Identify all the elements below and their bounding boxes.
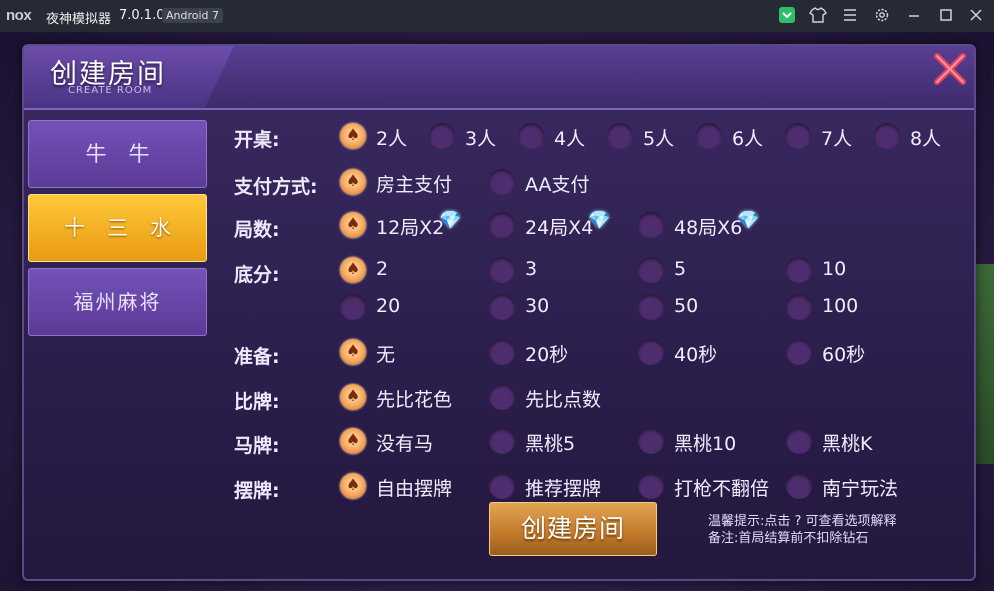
radio: [638, 294, 664, 320]
remark-text: 备注:首局结算前不扣除钻石: [708, 531, 869, 546]
option-rounds-12[interactable]: 12局X2💎: [340, 210, 470, 240]
android-version-badge: Android 7: [162, 8, 224, 23]
radio-selected: [340, 257, 366, 283]
maximize-icon[interactable]: [936, 6, 956, 26]
radio: [786, 339, 812, 365]
shirt-icon[interactable]: [808, 6, 828, 26]
radio: [638, 212, 664, 238]
create-room-button[interactable]: 创建房间: [489, 502, 657, 556]
minimize-icon[interactable]: [904, 6, 924, 26]
radio: [786, 473, 812, 499]
radio: [785, 123, 811, 149]
players-label: 开桌:: [234, 129, 280, 151]
app-title: 夜神模拟器: [46, 12, 112, 27]
radio: [489, 257, 515, 283]
compare-label: 比牌:: [234, 391, 280, 413]
dialog-header: 创建房间 CREATE ROOM: [24, 46, 974, 110]
radio: [786, 294, 812, 320]
app-version: 7.0.1.0: [119, 8, 165, 23]
radio-selected: [340, 123, 366, 149]
radio: [429, 123, 455, 149]
side-item-shisanshui[interactable]: 十三水: [28, 194, 207, 262]
radio: [489, 339, 515, 365]
menu-icon[interactable]: [840, 6, 860, 26]
dialog-subtitle: CREATE ROOM: [68, 85, 153, 96]
ready-label: 准备:: [234, 346, 280, 368]
brand-icon[interactable]: [777, 6, 797, 26]
radio-selected: [340, 473, 366, 499]
diamond-icon: 💎: [439, 210, 462, 231]
payment-label: 支付方式:: [234, 176, 318, 198]
base-score-label: 底分:: [234, 264, 280, 286]
radio: [786, 428, 812, 454]
option-rounds-48[interactable]: 48局X6 💎: [638, 210, 768, 240]
horse-label: 马牌:: [234, 435, 280, 457]
radio-selected: [340, 339, 366, 365]
radio: [489, 169, 515, 195]
radio: [638, 257, 664, 283]
nox-logo: nox: [6, 7, 32, 24]
rounds-label: 局数:: [234, 219, 280, 241]
radio: [489, 473, 515, 499]
side-item-label: 牛牛: [85, 142, 172, 166]
radio: [489, 294, 515, 320]
diamond-icon: 💎: [737, 210, 760, 231]
red-x-icon: [934, 53, 966, 85]
side-item-label: 十三水: [64, 216, 193, 240]
radio: [638, 473, 664, 499]
radio: [638, 339, 664, 365]
radio: [696, 123, 722, 149]
radio-selected: [340, 428, 366, 454]
gear-icon[interactable]: [872, 6, 892, 26]
radio-selected: [340, 169, 366, 195]
radio: [607, 123, 633, 149]
radio: [874, 123, 900, 149]
radio: [489, 384, 515, 410]
radio: [518, 123, 544, 149]
radio: [489, 428, 515, 454]
close-icon[interactable]: [966, 6, 986, 26]
side-item-fuzhou-mahjong[interactable]: 福州麻将: [28, 268, 207, 336]
create-room-dialog: 创建房间 CREATE ROOM 牛牛 十三水 福州麻将 开桌: 2人 3人 4…: [22, 44, 976, 581]
radio: [340, 294, 366, 320]
radio-selected: [340, 384, 366, 410]
option-rounds-24[interactable]: 24局X4 💎: [489, 210, 619, 240]
radio-selected: [340, 212, 366, 238]
radio: [786, 257, 812, 283]
diamond-icon: 💎: [588, 210, 611, 231]
emulator-title-bar: nox 夜神模拟器 7.0.1.0 Android 7: [0, 0, 994, 32]
side-item-niuniu[interactable]: 牛牛: [28, 120, 207, 188]
radio: [489, 212, 515, 238]
radio: [638, 428, 664, 454]
arrange-label: 摆牌:: [234, 480, 280, 502]
dialog-close-button[interactable]: [931, 50, 969, 88]
side-item-label: 福州麻将: [73, 290, 162, 314]
